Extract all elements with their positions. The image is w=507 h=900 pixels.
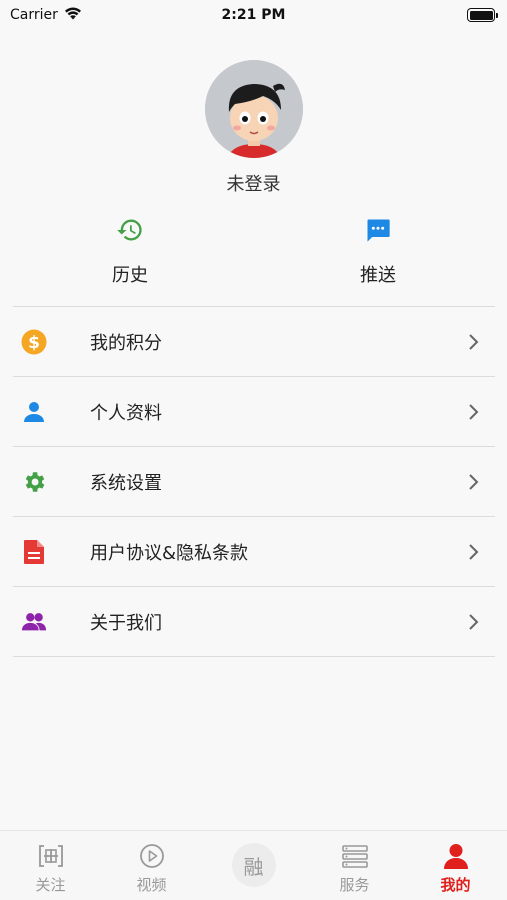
person-icon [21, 399, 47, 425]
tab-label: 服务 [339, 876, 370, 894]
login-status[interactable]: 未登录 [227, 170, 281, 196]
push-button[interactable]: 推送 [318, 215, 438, 287]
list-icon [341, 843, 369, 869]
status-bar: Carrier 2:21 PM [0, 0, 507, 30]
menu-label: 用户协议&隐私条款 [90, 542, 249, 564]
profile-header: 未登录 [0, 60, 507, 196]
avatar[interactable] [204, 60, 303, 158]
chevron-right-icon [467, 401, 481, 423]
menu-item-about[interactable]: 关于我们 [13, 587, 495, 657]
group-icon [21, 609, 47, 635]
menu-label: 系统设置 [90, 472, 162, 494]
plus-frame-icon [37, 843, 65, 869]
chevron-right-icon [467, 611, 481, 633]
tab-follow[interactable]: 关注 [0, 831, 101, 900]
wifi-icon [64, 6, 82, 24]
push-label: 推送 [360, 265, 396, 286]
menu-item-settings[interactable]: 系统设置 [13, 447, 495, 517]
tab-label: 我的 [440, 876, 471, 894]
document-icon [21, 539, 47, 565]
status-left: Carrier [10, 6, 82, 24]
person-icon [442, 843, 470, 869]
menu-item-points[interactable]: $ 我的积分 [13, 307, 495, 377]
chevron-right-icon [467, 541, 481, 563]
tab-center[interactable]: 融 [203, 831, 304, 900]
svg-text:$: $ [28, 333, 40, 353]
tab-label: 关注 [35, 876, 66, 894]
history-label: 历史 [112, 265, 148, 286]
quick-actions: 历史 推送 [0, 215, 507, 305]
tab-bar: 关注 视频 融 服务 我的 [0, 830, 507, 900]
tab-video[interactable]: 视频 [101, 831, 202, 900]
center-logo: 融 [231, 843, 276, 887]
menu-item-profile[interactable]: 个人资料 [13, 377, 495, 447]
history-icon [115, 215, 145, 245]
history-button[interactable]: 历史 [70, 215, 190, 287]
menu-item-agreement[interactable]: 用户协议&隐私条款 [13, 517, 495, 587]
battery-icon [467, 8, 498, 22]
chevron-right-icon [467, 331, 481, 353]
tab-label: 视频 [136, 876, 167, 894]
menu-label: 我的积分 [90, 332, 162, 354]
menu-label: 关于我们 [90, 612, 162, 634]
play-circle-icon [138, 843, 166, 869]
menu-label: 个人资料 [90, 402, 162, 424]
tab-me[interactable]: 我的 [405, 831, 506, 900]
tab-service[interactable]: 服务 [304, 831, 405, 900]
chat-bubble-icon [363, 215, 393, 245]
chevron-right-icon [467, 471, 481, 493]
coin-icon: $ [21, 329, 47, 355]
carrier-label: Carrier [10, 7, 58, 23]
settings-menu: $ 我的积分 个人资料 系统设置 用户协议&隐私条款 关于我们 [13, 306, 495, 657]
gear-icon [21, 469, 47, 495]
